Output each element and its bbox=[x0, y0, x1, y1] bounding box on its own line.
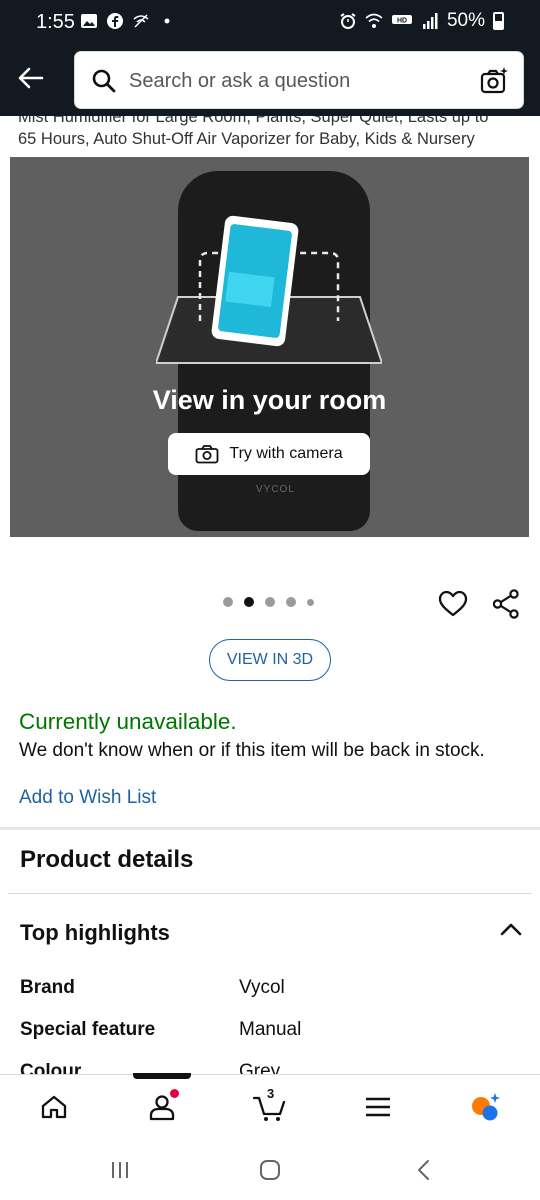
rufus-icon bbox=[472, 1093, 500, 1121]
notification-dot bbox=[170, 1089, 179, 1098]
nav-menu[interactable] bbox=[358, 1089, 398, 1125]
spec-value: Vycol bbox=[239, 977, 285, 998]
nav-cart[interactable]: 3 bbox=[250, 1086, 290, 1125]
recent-apps-icon[interactable] bbox=[108, 1158, 132, 1182]
nav-rufus[interactable] bbox=[466, 1089, 506, 1125]
system-navigation-bar bbox=[0, 1138, 540, 1200]
menu-icon bbox=[366, 1097, 390, 1117]
bottom-navigation: 3 bbox=[0, 1073, 540, 1138]
home-button-icon[interactable] bbox=[258, 1158, 282, 1182]
home-icon bbox=[41, 1095, 67, 1119]
spec-key: Colour bbox=[20, 1061, 82, 1074]
nav-home[interactable] bbox=[34, 1089, 74, 1125]
spec-key: Brand bbox=[20, 977, 75, 998]
cart-count: 3 bbox=[267, 1086, 275, 1101]
spec-key: Special feature bbox=[20, 1019, 156, 1040]
system-back-icon[interactable] bbox=[412, 1158, 436, 1182]
active-tab-indicator bbox=[133, 1073, 191, 1079]
nav-account[interactable] bbox=[142, 1089, 182, 1125]
spec-value: Grey bbox=[239, 1061, 281, 1074]
spec-value: Manual bbox=[239, 1019, 302, 1040]
